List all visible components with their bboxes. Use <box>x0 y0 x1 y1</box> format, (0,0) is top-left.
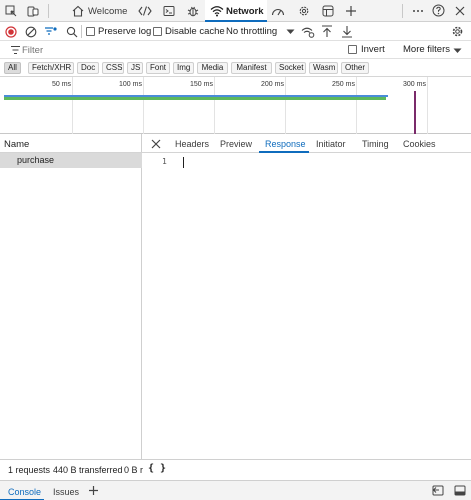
type-filter-img[interactable]: Img <box>173 62 194 74</box>
welcome-home-icon[interactable] <box>72 5 84 17</box>
type-filter-manifest[interactable]: Manifest <box>231 62 272 74</box>
network-wifi-icon[interactable] <box>210 5 224 17</box>
overview-gridline <box>72 77 73 134</box>
text-caret <box>183 157 184 168</box>
type-filter-css[interactable]: CSS <box>102 62 124 74</box>
preserve-log-label: Preserve log <box>98 26 152 37</box>
resources-size: 0 B r <box>124 465 144 475</box>
line-number: 1 <box>162 157 167 166</box>
drawer-tab-console[interactable]: Console <box>8 487 41 497</box>
overview-tick-label: 200 ms <box>261 81 284 88</box>
type-filter-js[interactable]: JS <box>127 62 143 74</box>
type-filter-wasm[interactable]: Wasm <box>309 62 338 74</box>
more-filters-button[interactable]: More filters <box>403 44 450 55</box>
inspect-icon[interactable] <box>27 5 39 17</box>
resource-type-filters: All Fetch/XHR Doc CSS JS Font Img Media … <box>0 59 471 77</box>
request-details: Headers Preview Response Initiator Timin… <box>142 134 471 459</box>
settings-gear-icon[interactable] <box>451 25 464 38</box>
help-icon[interactable] <box>432 4 445 17</box>
drawer-tab-bar: Console Issues <box>0 480 471 500</box>
detail-tab-bar: Headers Preview Response Initiator Timin… <box>142 134 471 153</box>
transferred-size: 440 B transferred <box>53 465 123 475</box>
status-bar: 1 requests 440 B transferred 0 B r { } <box>0 459 471 480</box>
type-filter-all[interactable]: All <box>4 62 21 74</box>
upload-icon[interactable] <box>321 25 333 38</box>
overview-gridline <box>143 77 144 134</box>
disable-cache-label: Disable cache <box>165 26 225 37</box>
device-icon[interactable] <box>5 5 17 17</box>
clear-icon[interactable] <box>25 26 37 38</box>
overview-tick-label: 250 ms <box>332 81 355 88</box>
close-details-icon[interactable] <box>151 139 161 149</box>
memory-gear-icon[interactable] <box>298 5 310 17</box>
dock-drawer-icon[interactable] <box>432 485 444 496</box>
tab-welcome[interactable]: Welcome <box>88 6 127 17</box>
console-icon[interactable] <box>163 5 175 17</box>
network-conditions-icon[interactable] <box>301 26 315 38</box>
filter-input[interactable] <box>22 43 322 57</box>
throttling-select[interactable]: No throttling <box>226 26 277 37</box>
network-overview[interactable]: 50 ms 100 ms 150 ms 200 ms 250 ms 300 ms <box>0 77 471 134</box>
load-event-marker <box>414 91 416 134</box>
overview-gridline <box>356 77 357 134</box>
close-icon[interactable] <box>454 5 466 17</box>
overview-tick-label: 150 ms <box>190 81 213 88</box>
tab-divider <box>48 4 49 18</box>
type-filter-doc[interactable]: Doc <box>77 62 99 74</box>
filter-toggle-icon[interactable] <box>44 26 58 38</box>
request-count: 1 requests <box>8 465 51 475</box>
invert-label: Invert <box>361 44 385 55</box>
type-filter-other[interactable]: Other <box>341 62 369 74</box>
add-drawer-tab-icon[interactable] <box>88 485 99 496</box>
filter-icon <box>10 45 21 55</box>
type-filter-font[interactable]: Font <box>146 62 170 74</box>
add-tool-icon[interactable] <box>345 5 357 17</box>
elements-code-icon[interactable] <box>138 5 152 17</box>
tab-cookies[interactable]: Cookies <box>403 139 436 149</box>
more-icon[interactable] <box>412 5 424 17</box>
download-icon[interactable] <box>341 25 353 38</box>
tab-initiator[interactable]: Initiator <box>316 139 346 149</box>
network-toolbar: Preserve log Disable cache No throttling <box>0 22 471 41</box>
tab-response[interactable]: Response <box>265 139 306 149</box>
tab-network[interactable]: Network <box>226 6 263 17</box>
overview-tick-label: 100 ms <box>119 81 142 88</box>
application-icon[interactable] <box>322 5 334 17</box>
tab-response-indicator <box>259 151 309 153</box>
overview-gridline <box>214 77 215 134</box>
chevron-down-icon[interactable] <box>286 29 295 35</box>
overview-request-bar-green <box>4 97 386 100</box>
sources-bug-icon[interactable] <box>187 5 199 17</box>
tab-preview[interactable]: Preview <box>220 139 252 149</box>
drawer-tab-issues[interactable]: Issues <box>53 487 79 497</box>
invert-checkbox[interactable] <box>348 45 357 54</box>
chevron-down-icon[interactable] <box>453 48 462 54</box>
disable-cache-checkbox[interactable] <box>153 27 162 36</box>
tab-timing[interactable]: Timing <box>362 139 389 149</box>
toolbar-divider <box>81 25 82 38</box>
response-editor[interactable]: 1 <box>142 153 184 459</box>
type-filter-socket[interactable]: Socket <box>275 62 306 74</box>
devtools-tab-bar: Welcome Network <box>0 0 471 22</box>
type-filter-media[interactable]: Media <box>197 62 228 74</box>
request-list: Name purchase <box>0 134 142 459</box>
filter-bar: Invert More filters <box>0 41 471 59</box>
overview-tick-label: 50 ms <box>52 81 72 88</box>
overview-gridline <box>427 77 428 134</box>
performance-icon[interactable] <box>271 5 285 17</box>
type-filter-fetch-xhr[interactable]: Fetch/XHR <box>28 62 74 74</box>
overview-gridline <box>285 77 286 134</box>
name-column-header[interactable]: Name <box>0 134 142 153</box>
overview-tick-label: 300 ms <box>403 81 426 88</box>
record-icon[interactable] <box>5 26 17 38</box>
minimize-drawer-icon[interactable] <box>454 485 466 496</box>
search-icon[interactable] <box>66 26 78 38</box>
tab-headers[interactable]: Headers <box>175 139 209 149</box>
pretty-print-button[interactable]: { } <box>148 463 166 474</box>
request-row[interactable]: purchase <box>0 153 142 168</box>
preserve-log-checkbox[interactable] <box>86 27 95 36</box>
tab-divider <box>402 4 403 18</box>
